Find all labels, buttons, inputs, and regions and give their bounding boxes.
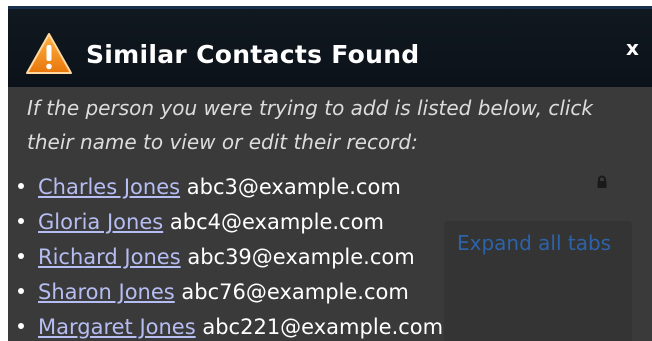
lock-icon bbox=[597, 175, 607, 188]
contact-name-link[interactable]: Charles Jones bbox=[38, 175, 180, 199]
contact-email: abc3@example.com bbox=[186, 175, 401, 199]
bullet bbox=[18, 218, 24, 224]
dialog-instructions: If the person you were trying to add is … bbox=[27, 96, 594, 154]
contact-name-link[interactable]: Margaret Jones bbox=[38, 315, 196, 339]
contact-email: abc76@example.com bbox=[181, 280, 409, 304]
list-item: Charles Jones abc3@example.com bbox=[18, 170, 443, 205]
contact-email: abc4@example.com bbox=[169, 210, 384, 234]
list-item: Sharon Jones abc76@example.com bbox=[18, 275, 443, 310]
contact-name-link[interactable]: Richard Jones bbox=[38, 245, 181, 269]
dialog-title-bar: Similar Contacts Found x bbox=[8, 9, 652, 87]
similar-contacts-dialog: Similar Contacts Found x If the person y… bbox=[8, 6, 652, 341]
expand-all-tabs-link: Expand all tabs bbox=[457, 231, 612, 255]
bullet bbox=[18, 183, 24, 189]
contact-name-link[interactable]: Sharon Jones bbox=[38, 280, 175, 304]
contact-email: abc221@example.com bbox=[202, 315, 444, 339]
list-item: Margaret Jones abc221@example.com bbox=[18, 310, 443, 341]
contact-email: abc39@example.com bbox=[187, 245, 415, 269]
contact-name-link[interactable]: Gloria Jones bbox=[38, 210, 163, 234]
contact-list: Charles Jones abc3@example.com Gloria Jo… bbox=[18, 170, 443, 341]
bullet bbox=[18, 288, 24, 294]
list-item: Gloria Jones abc4@example.com bbox=[18, 205, 443, 240]
list-item: Richard Jones abc39@example.com bbox=[18, 240, 443, 275]
dialog-title: Similar Contacts Found bbox=[86, 40, 420, 69]
warning-icon bbox=[26, 33, 72, 74]
bullet bbox=[18, 253, 24, 259]
close-icon[interactable]: x bbox=[626, 36, 639, 60]
bullet bbox=[18, 323, 24, 329]
